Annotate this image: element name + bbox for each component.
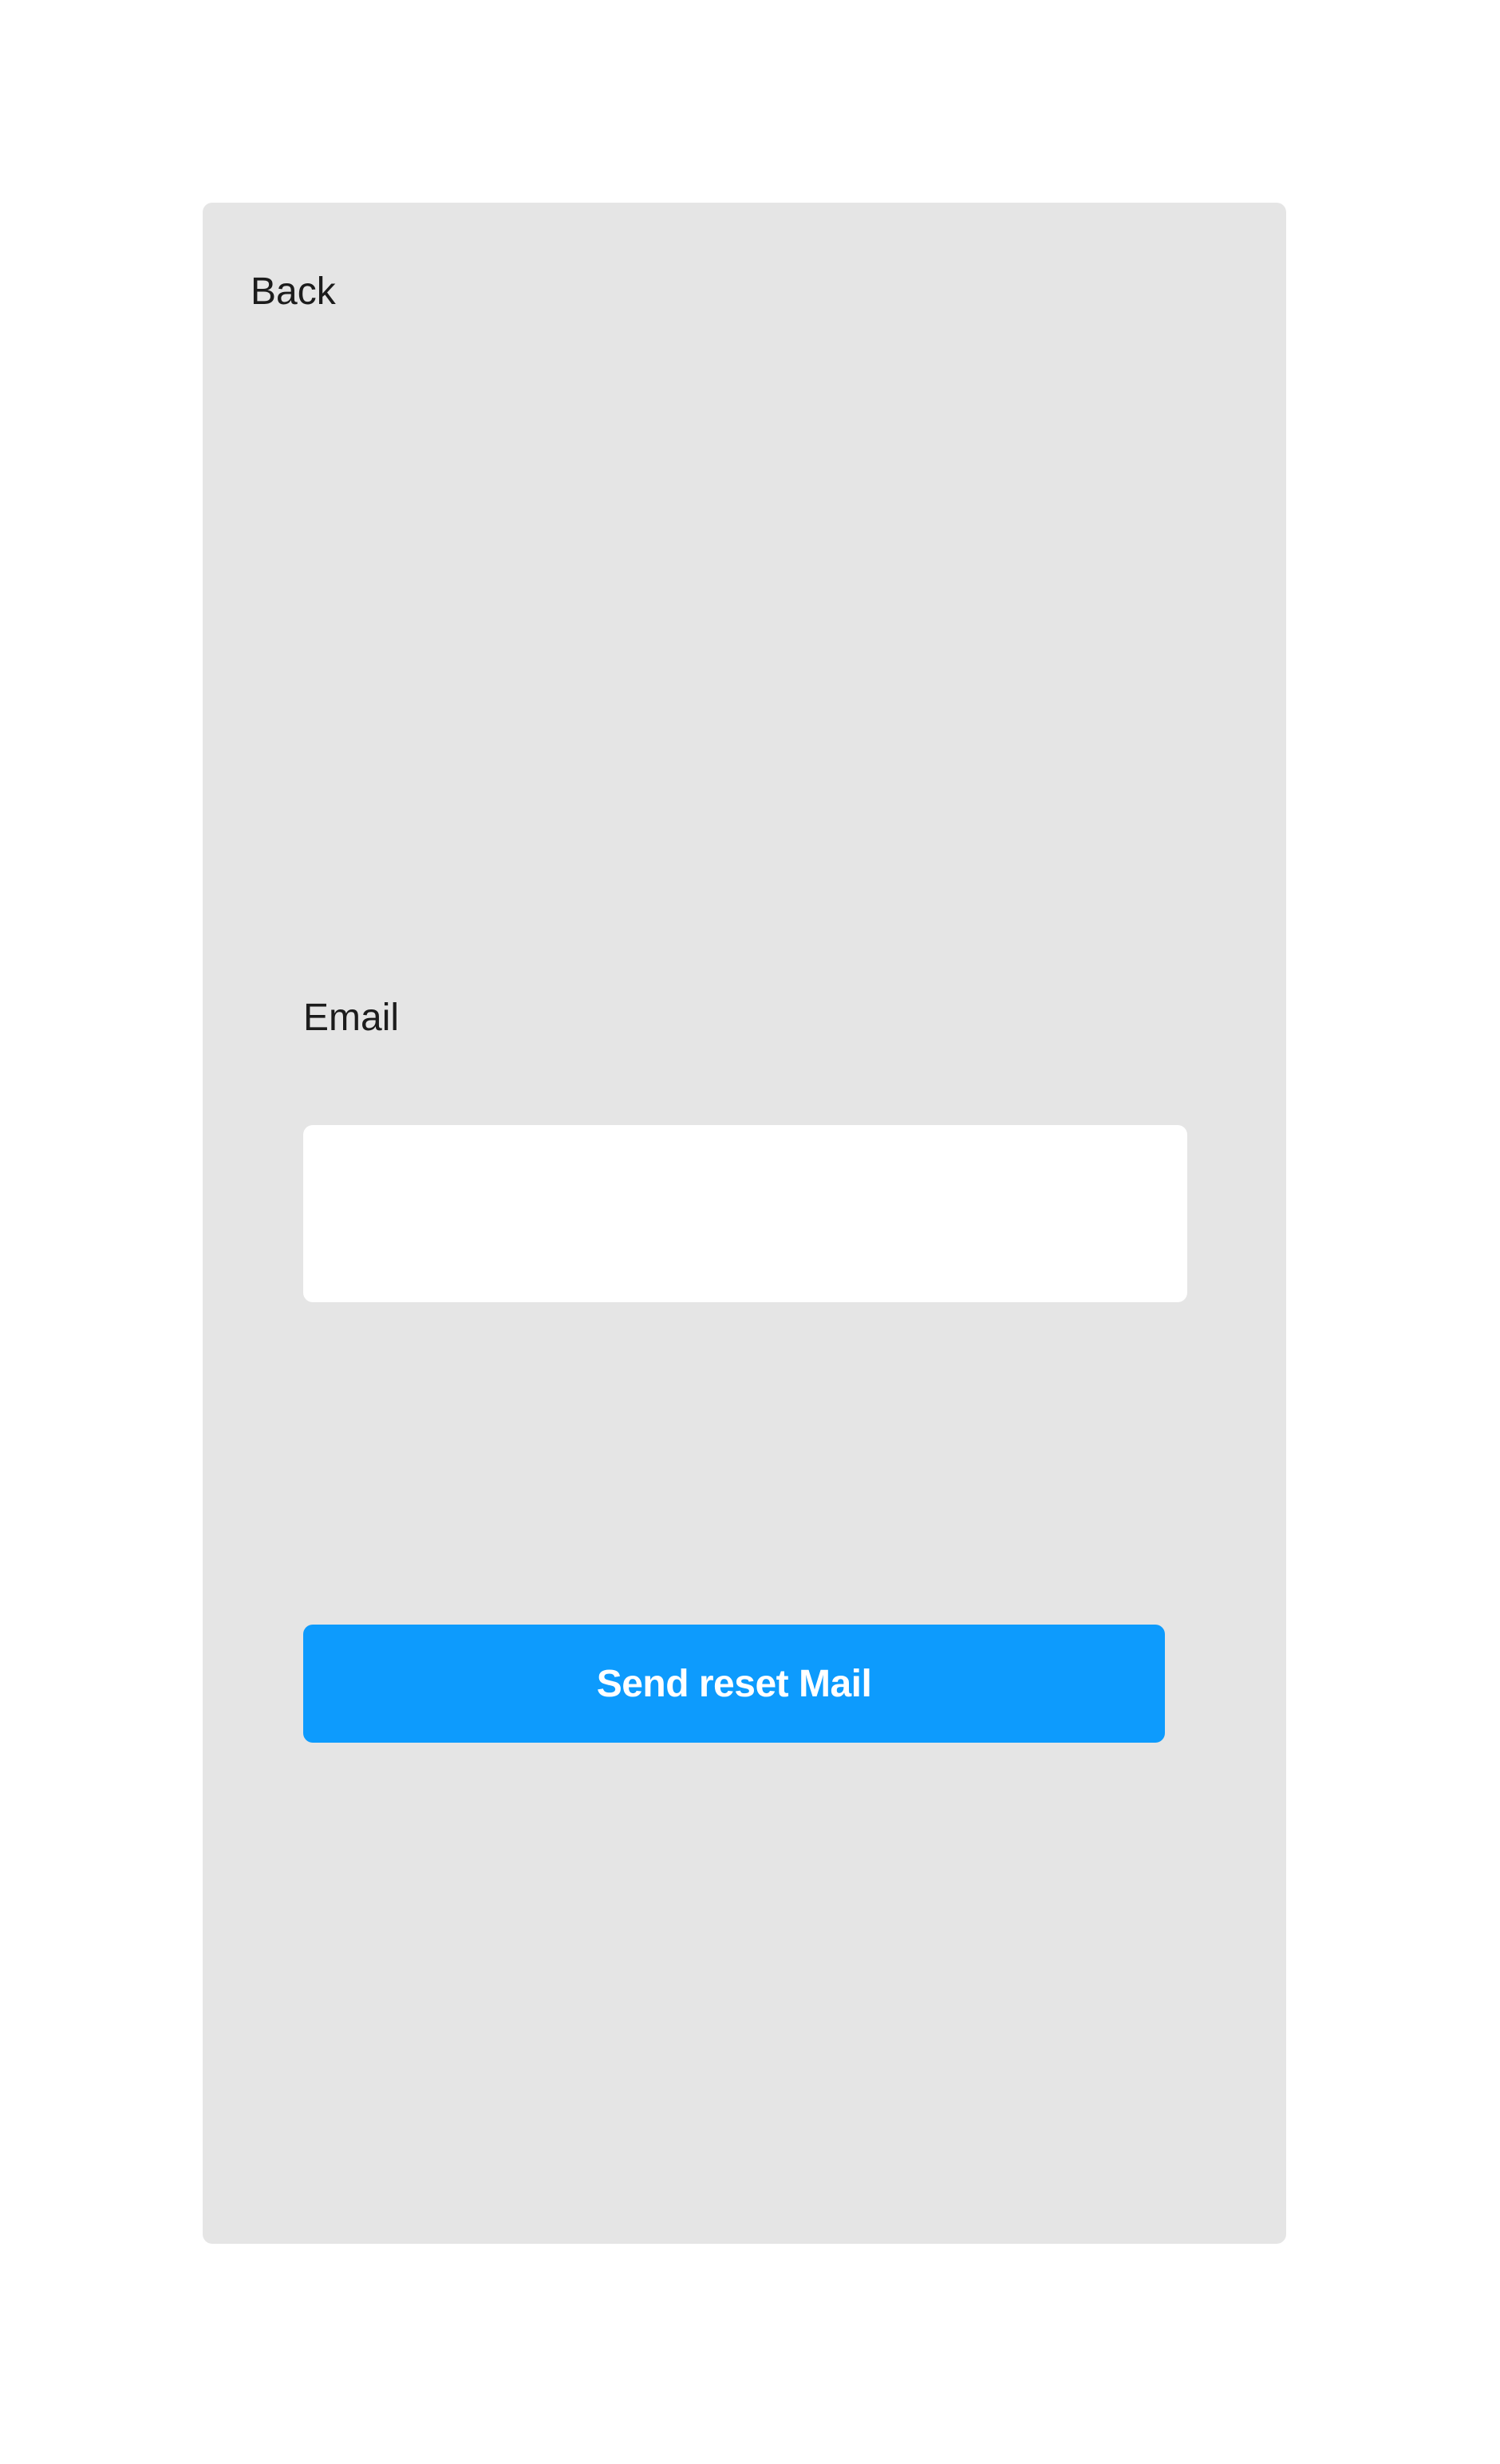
send-reset-mail-button[interactable]: Send reset Mail	[303, 1625, 1165, 1743]
email-input[interactable]	[303, 1125, 1187, 1302]
back-link[interactable]: Back	[251, 273, 336, 311]
email-label: Email	[303, 997, 400, 1039]
send-reset-mail-label: Send reset Mail	[596, 1662, 872, 1705]
reset-password-card: Back Email Send reset Mail	[203, 203, 1286, 2244]
